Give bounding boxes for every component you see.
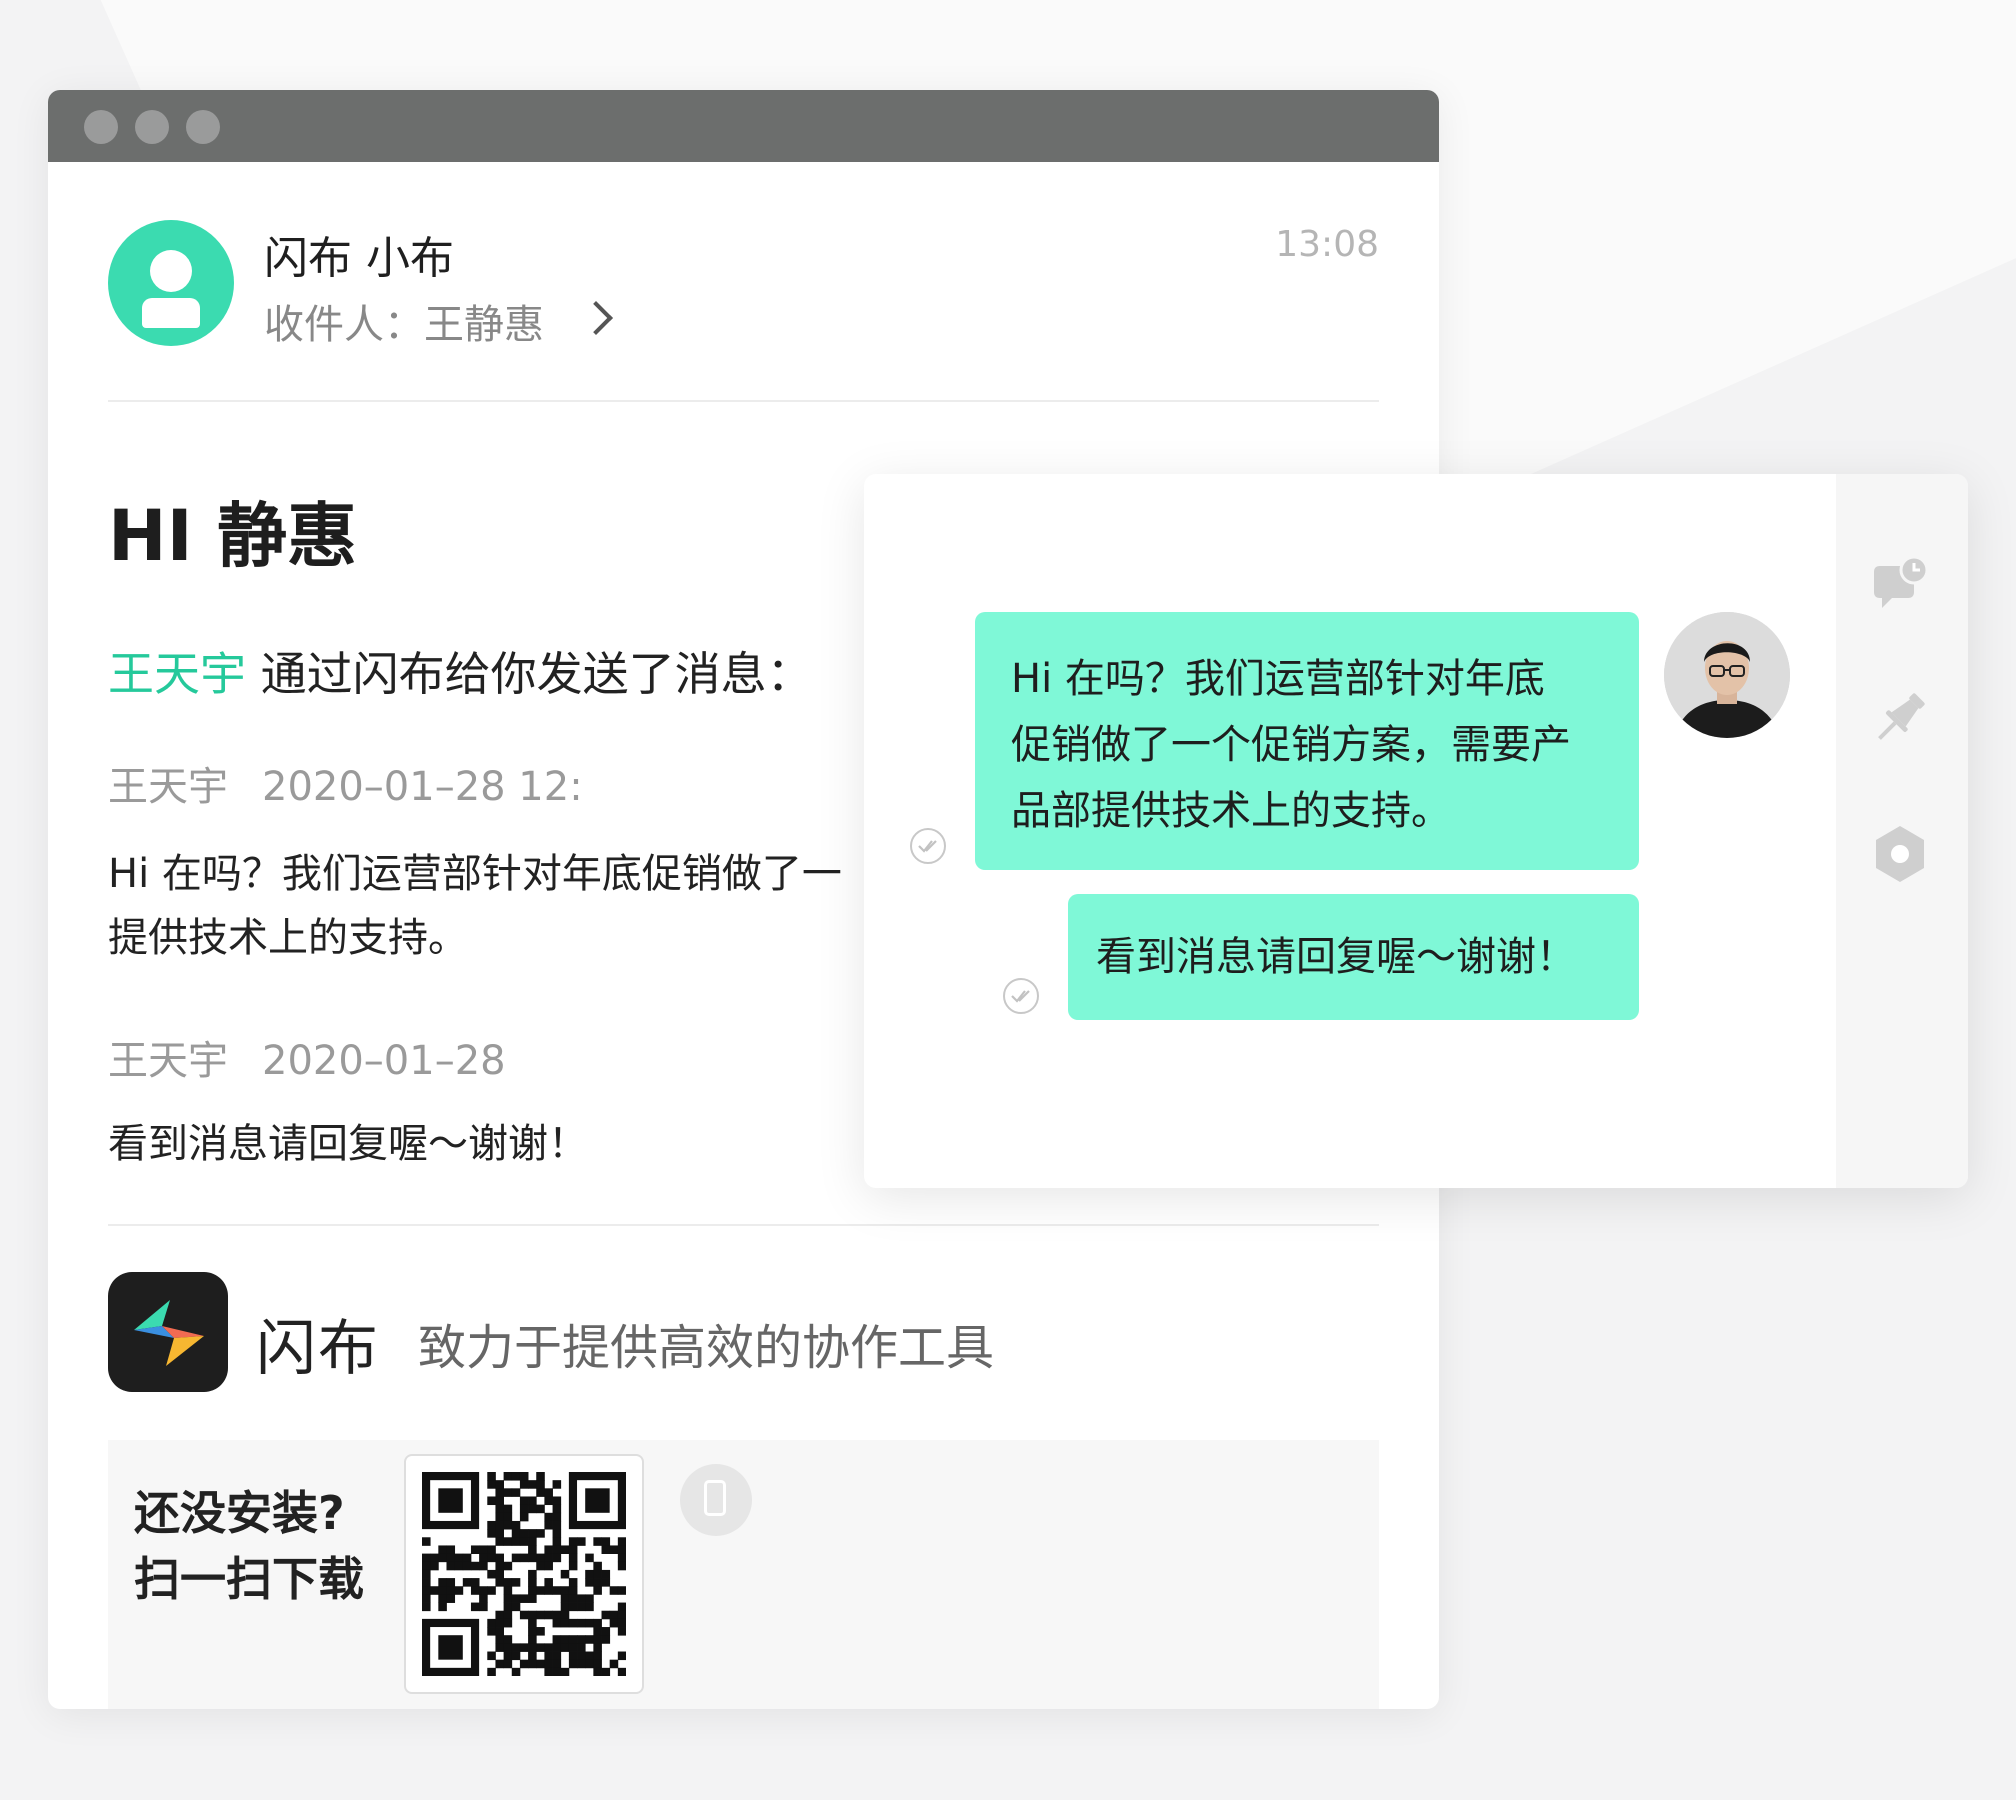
window-close-dot[interactable] bbox=[84, 110, 118, 144]
read-check-icon bbox=[910, 828, 946, 864]
message-line: 看到消息请回复喔～谢谢！ bbox=[108, 1121, 588, 1167]
footer-divider bbox=[108, 1224, 1379, 1226]
sender-avatar bbox=[108, 220, 234, 346]
chat-window: Hi 在吗？我们运营部针对年底 促销做了一个促销方案，需要产 品部提供技术上的支… bbox=[864, 474, 1968, 1188]
intro-rest: 通过闪布给你发送了消息： bbox=[246, 647, 813, 701]
chat-sidebar bbox=[1836, 474, 1968, 1188]
sender-name: 闪布 小布 bbox=[264, 233, 454, 284]
message-body: 看到消息请回复喔～谢谢！ bbox=[108, 1112, 588, 1176]
chat-bubble[interactable]: 看到消息请回复喔～谢谢！ bbox=[1068, 894, 1639, 1020]
message-meta: 王天宇 2020–01–28 bbox=[108, 1028, 506, 1086]
email-time: 13:08 bbox=[1275, 224, 1379, 265]
brand-slogan: 致力于提供高效的协作工具 bbox=[418, 1320, 995, 1376]
header-divider bbox=[108, 400, 1379, 402]
window-titlebar bbox=[48, 90, 1439, 162]
user-icon-head bbox=[150, 250, 192, 292]
message-body: Hi 在吗？我们运营部针对年底促销做了一 提供技术上的支持。 bbox=[108, 842, 842, 970]
user-icon-body bbox=[142, 298, 200, 328]
install-prompt: 还没安装? 扫一扫下载 bbox=[134, 1480, 364, 1612]
read-check-icon bbox=[1003, 978, 1039, 1014]
brand-name: 闪布 bbox=[256, 1314, 380, 1384]
phone-button[interactable] bbox=[680, 1464, 752, 1536]
message-meta: 王天宇 2020–01–28 12: bbox=[108, 754, 583, 812]
message-timestamp: 2020–01–28 bbox=[262, 1038, 506, 1084]
intro-text: 王天宇 通过闪布给你发送了消息： bbox=[108, 638, 813, 704]
chat-history-icon[interactable] bbox=[1868, 554, 1932, 622]
download-qr-code[interactable] bbox=[404, 1454, 644, 1694]
window-maximize-dot[interactable] bbox=[186, 110, 220, 144]
app-logo bbox=[108, 1272, 228, 1392]
message-line: 提供技术上的支持。 bbox=[108, 915, 468, 961]
intro-sender-name[interactable]: 王天宇 bbox=[108, 647, 246, 701]
bubble-line: 品部提供技术上的支持。 bbox=[1011, 788, 1451, 834]
message-author: 王天宇 bbox=[108, 1038, 228, 1084]
bubble-line: Hi 在吗？我们运营部针对年底 bbox=[1011, 656, 1545, 702]
sender-photo-avatar[interactable] bbox=[1664, 612, 1790, 738]
install-line: 扫一扫下载 bbox=[134, 1552, 364, 1606]
qr-code-icon bbox=[422, 1472, 626, 1676]
chevron-right-icon[interactable] bbox=[579, 301, 613, 335]
install-line: 还没安装? bbox=[134, 1486, 345, 1540]
bubble-line: 促销做了一个促销方案，需要产 bbox=[1011, 722, 1571, 768]
window-minimize-dot[interactable] bbox=[135, 110, 169, 144]
message-line: Hi 在吗？我们运营部针对年底促销做了一 bbox=[108, 851, 842, 897]
phone-icon bbox=[704, 1480, 726, 1516]
settings-icon[interactable] bbox=[1868, 822, 1932, 890]
install-panel: 还没安装? 扫一扫下载 bbox=[108, 1440, 1379, 1709]
recipient-label[interactable]: 收件人：王静惠 bbox=[264, 292, 544, 350]
logo-icon bbox=[134, 1300, 204, 1366]
message-timestamp: 2020–01–28 12: bbox=[262, 764, 583, 810]
avatar-portrait-icon bbox=[1664, 612, 1790, 738]
chat-bubble[interactable]: Hi 在吗？我们运营部针对年底 促销做了一个促销方案，需要产 品部提供技术上的支… bbox=[975, 612, 1639, 870]
greeting-heading: HI 静惠 bbox=[108, 495, 357, 577]
pin-icon[interactable] bbox=[1868, 686, 1932, 754]
message-author: 王天宇 bbox=[108, 764, 228, 810]
